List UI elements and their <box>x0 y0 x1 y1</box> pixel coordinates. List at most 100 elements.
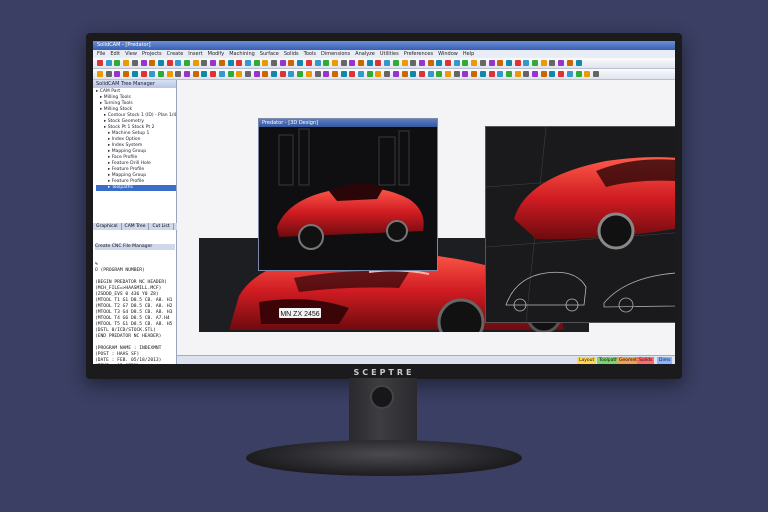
toolbar-button[interactable] <box>488 71 495 77</box>
toolbar-button[interactable] <box>505 71 512 77</box>
menu-item[interactable]: Preferences <box>404 51 433 57</box>
toolbar-button[interactable] <box>566 71 573 77</box>
toolbar-button[interactable] <box>401 71 408 77</box>
menu-item[interactable]: Projects <box>142 51 162 57</box>
toolbar-button[interactable] <box>114 60 121 66</box>
toolbar-button[interactable] <box>462 71 469 77</box>
toolbar-button[interactable] <box>523 71 530 77</box>
menu-item[interactable]: Window <box>438 51 458 57</box>
toolbar-button[interactable] <box>427 60 434 66</box>
toolbar-button[interactable] <box>123 60 130 66</box>
toolbar-button[interactable] <box>410 60 417 66</box>
toolbar-button[interactable] <box>514 71 521 77</box>
toolbar-button[interactable] <box>488 60 495 66</box>
viewport-window[interactable]: Predator - [3D Design] <box>258 118 438 271</box>
menu-item[interactable]: Modify <box>208 51 225 57</box>
toolbar-button[interactable] <box>253 71 260 77</box>
menu-item[interactable]: Machining <box>229 51 255 57</box>
toolbar-button[interactable] <box>114 71 121 77</box>
status-tab[interactable]: Layout <box>577 357 597 364</box>
toolbar-button[interactable] <box>123 71 130 77</box>
toolbar-button[interactable] <box>227 60 234 66</box>
tree-item[interactable]: ▸ Toolpaths <box>96 185 176 191</box>
toolbar-button[interactable] <box>323 71 330 77</box>
toolbar-button[interactable] <box>279 71 286 77</box>
graphics-workarea[interactable]: MN ZX 2456 Predator - [3D Design] <box>177 80 675 364</box>
toolbar-button[interactable] <box>479 71 486 77</box>
toolbar-button[interactable] <box>184 60 190 66</box>
toolbar-button[interactable] <box>540 60 547 66</box>
menu-item[interactable]: View <box>125 51 137 57</box>
toolbar-button[interactable] <box>540 71 547 77</box>
toolbar-button[interactable] <box>575 71 582 77</box>
toolbar-button[interactable] <box>427 71 434 77</box>
toolbar-button[interactable] <box>401 60 408 66</box>
toolbar-button[interactable] <box>218 71 225 77</box>
toolbar-button[interactable] <box>549 71 556 77</box>
toolbar-button[interactable] <box>558 71 565 77</box>
toolbar-button[interactable] <box>436 71 443 77</box>
toolbar-button[interactable] <box>288 60 295 66</box>
toolbar-button[interactable] <box>358 60 364 66</box>
toolbar-button[interactable] <box>366 60 373 66</box>
toolbar-button[interactable] <box>192 60 199 66</box>
menu-item[interactable]: Utilities <box>380 51 399 57</box>
render-window-right[interactable] <box>485 126 675 323</box>
toolbar-button[interactable] <box>566 60 573 66</box>
toolbar-button[interactable] <box>236 71 243 77</box>
toolbar-button[interactable] <box>97 60 103 66</box>
toolbar-button[interactable] <box>210 71 217 77</box>
toolbar-button[interactable] <box>375 60 382 66</box>
toolbar-button[interactable] <box>271 60 277 66</box>
toolbar-button[interactable] <box>184 71 190 77</box>
menu-item[interactable]: Tools <box>304 51 316 57</box>
toolbar-button[interactable] <box>175 60 182 66</box>
toolbar-button[interactable] <box>166 71 173 77</box>
toolbar-button[interactable] <box>558 60 565 66</box>
toolbar-button[interactable] <box>453 60 460 66</box>
menu-item[interactable]: Edit <box>110 51 120 57</box>
toolbar-button[interactable] <box>392 60 399 66</box>
toolbar-button[interactable] <box>105 71 112 77</box>
toolbar-button[interactable] <box>349 71 356 77</box>
toolbar-button[interactable] <box>314 71 321 77</box>
toolbar-button[interactable] <box>384 60 391 66</box>
toolbar-button[interactable] <box>331 60 338 66</box>
toolbar-button[interactable] <box>497 60 504 66</box>
toolbar-button[interactable] <box>592 71 599 77</box>
toolbar-button[interactable] <box>523 60 530 66</box>
toolbar-button[interactable] <box>314 60 321 66</box>
toolbar-button[interactable] <box>271 71 277 77</box>
toolbar-button[interactable] <box>201 71 208 77</box>
toolbar-button[interactable] <box>514 60 521 66</box>
toolbar-button[interactable] <box>97 71 103 77</box>
toolbar-button[interactable] <box>497 71 504 77</box>
menu-item[interactable]: Create <box>167 51 184 57</box>
toolbar-button[interactable] <box>288 71 295 77</box>
toolbar-button[interactable] <box>279 60 286 66</box>
menu-item[interactable]: Insert <box>188 51 202 57</box>
status-tab[interactable]: Solids <box>637 357 655 364</box>
panel-tab[interactable]: Cut List <box>149 223 174 230</box>
panel-tab[interactable]: Graphical <box>93 223 122 230</box>
toolbar-button[interactable] <box>192 71 199 77</box>
toolbar-button[interactable] <box>532 71 538 77</box>
menu-item[interactable]: Surface <box>260 51 279 57</box>
menu-item[interactable]: Analyze <box>355 51 375 57</box>
toolbar-button[interactable] <box>305 71 312 77</box>
toolbar-button[interactable] <box>227 71 234 77</box>
toolbar-button[interactable] <box>418 71 425 77</box>
toolbar-button[interactable] <box>175 71 182 77</box>
toolbar-button[interactable] <box>149 60 156 66</box>
toolbar-button[interactable] <box>392 71 399 77</box>
toolbar-button[interactable] <box>131 71 138 77</box>
toolbar-button[interactable] <box>323 60 330 66</box>
toolbar-button[interactable] <box>462 60 469 66</box>
toolbar-button[interactable] <box>210 60 217 66</box>
toolbar-button[interactable] <box>471 71 478 77</box>
toolbar-button[interactable] <box>297 60 304 66</box>
toolbar-button[interactable] <box>410 71 417 77</box>
toolbar-button[interactable] <box>418 60 425 66</box>
toolbar-button[interactable] <box>140 60 147 66</box>
toolbar-button[interactable] <box>532 60 538 66</box>
